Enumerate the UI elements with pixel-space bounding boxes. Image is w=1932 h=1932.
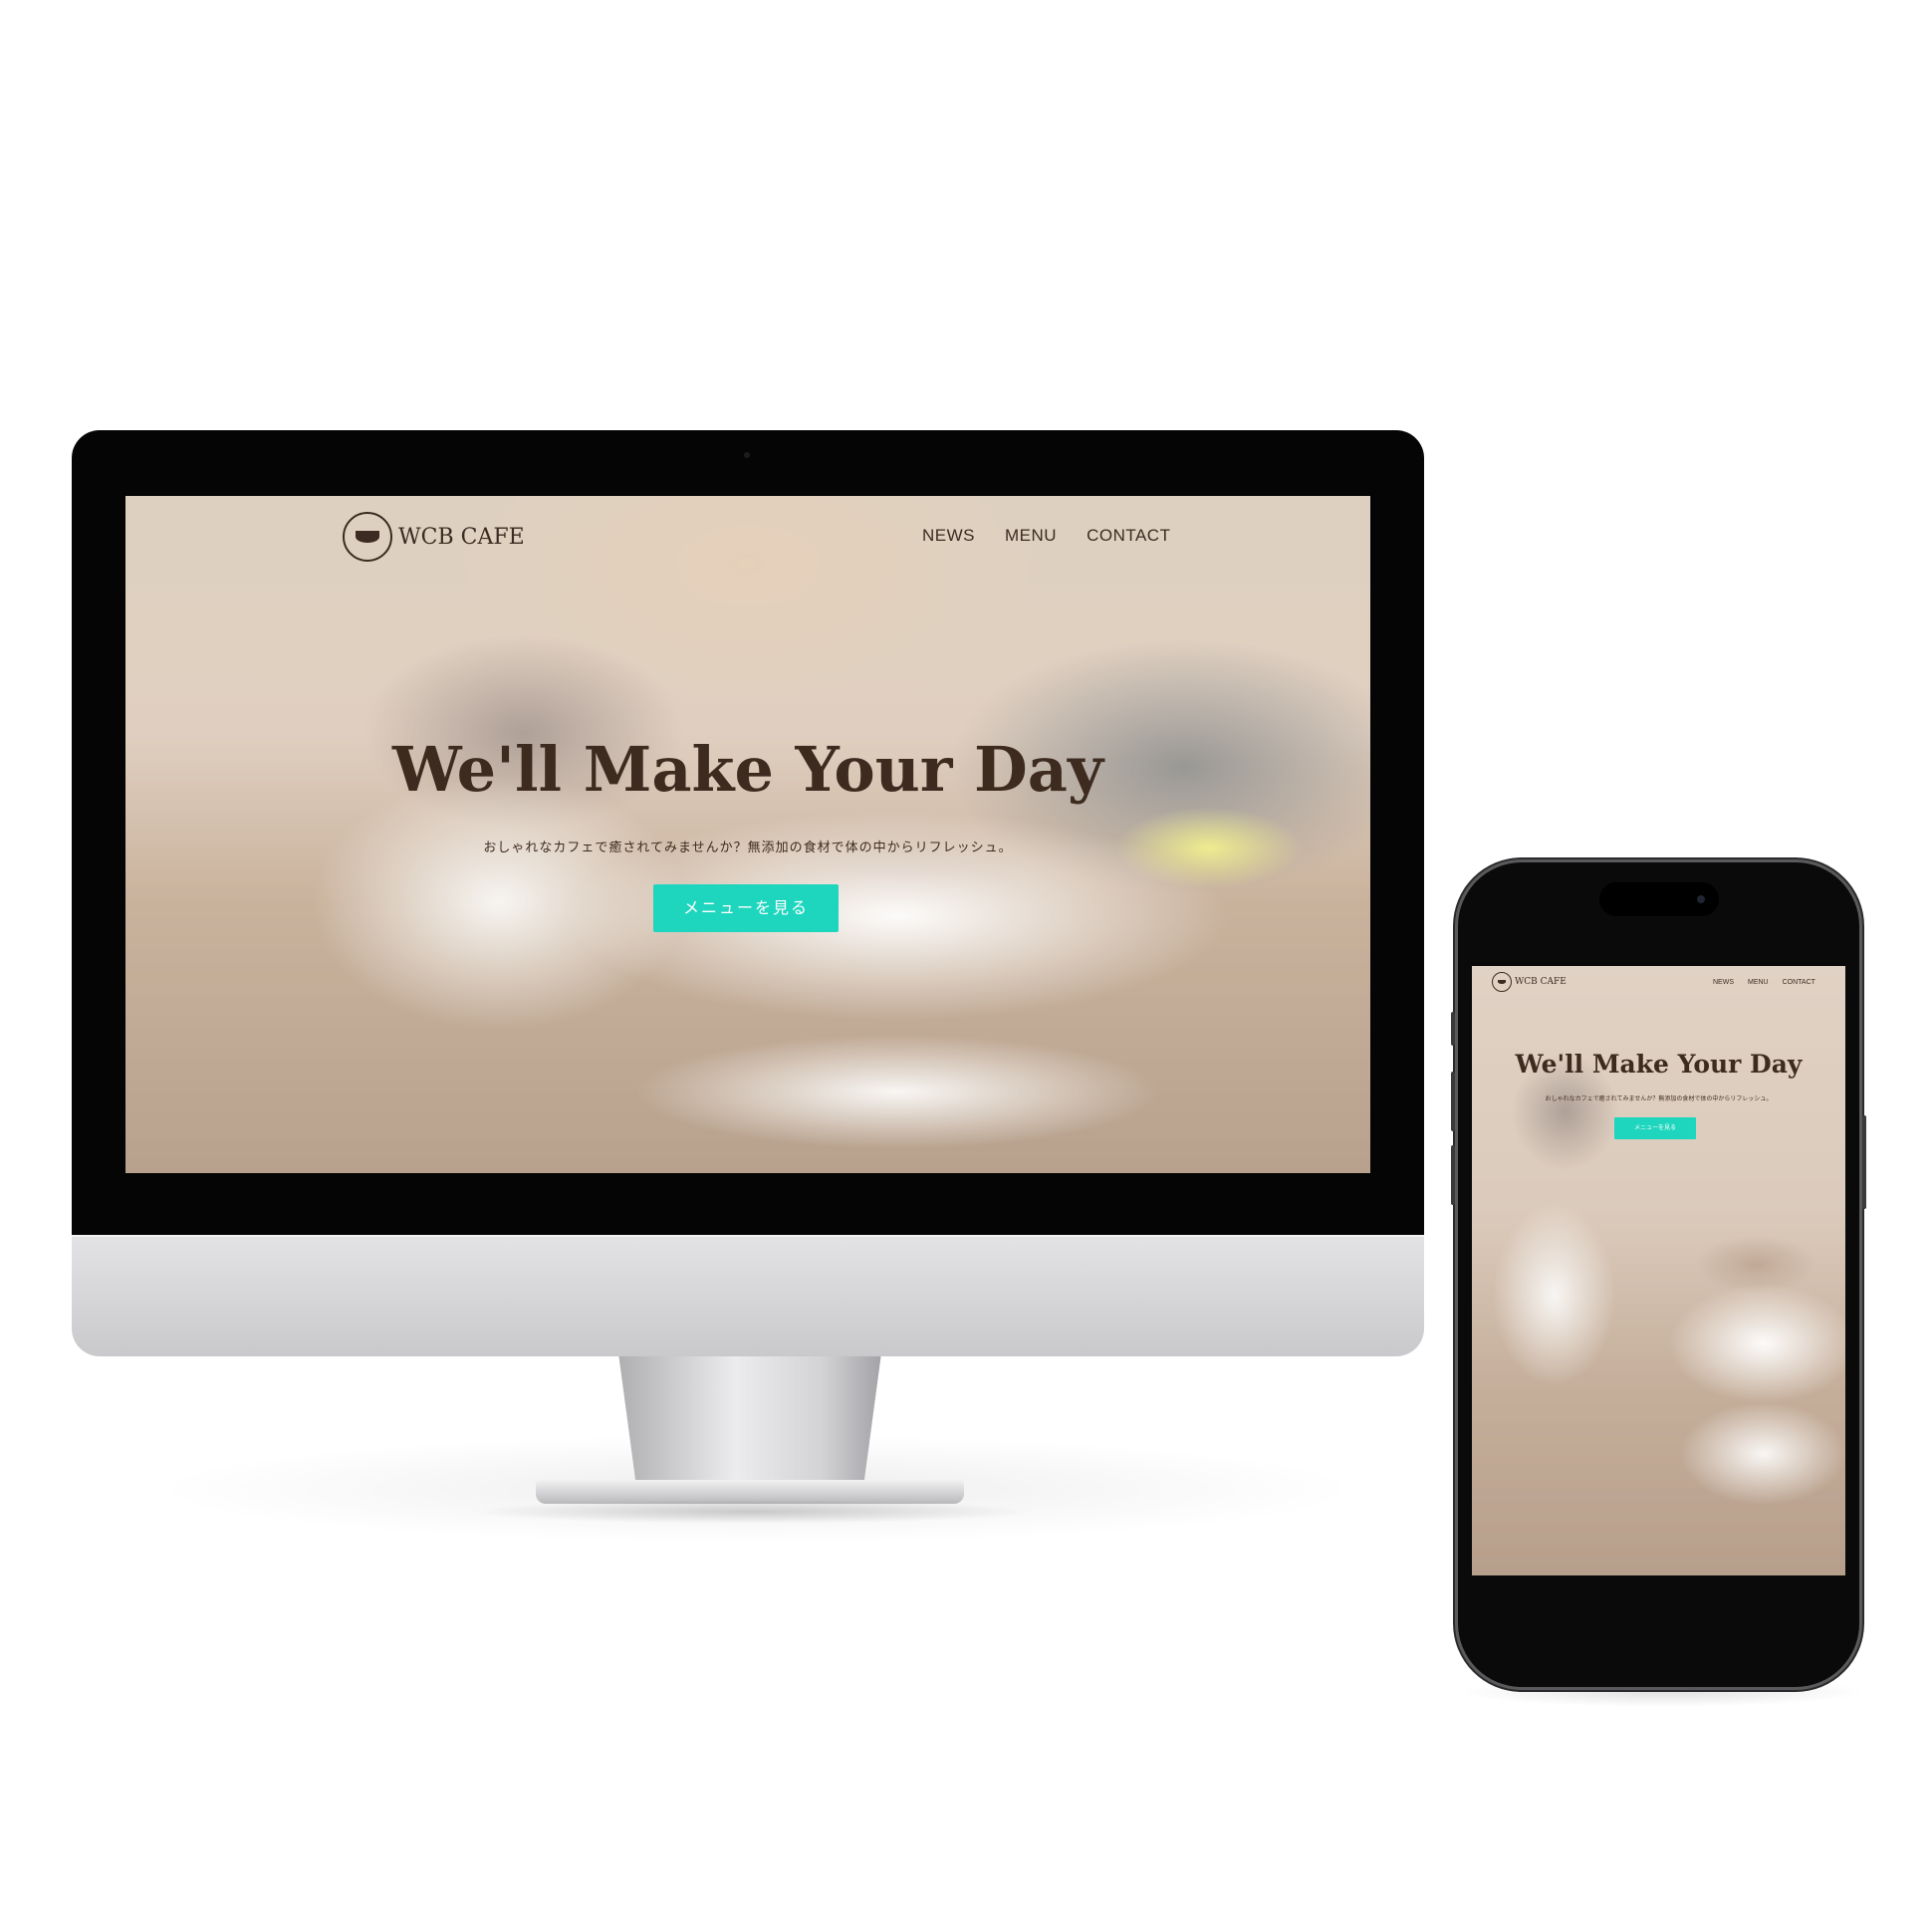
dynamic-island	[1599, 882, 1719, 916]
mobile-nav-menu[interactable]: MENU	[1748, 979, 1769, 986]
power-button	[1862, 1115, 1866, 1209]
volume-down-button	[1451, 1145, 1455, 1205]
view-menu-button[interactable]: メニューを見る	[653, 884, 839, 932]
stand-shadow	[468, 1500, 1036, 1524]
desktop-screen: WCB CAFE NEWS MENU CONTACT We'll Make Yo…	[125, 496, 1370, 1173]
coffee-cup-icon	[343, 512, 392, 562]
mobile-nav-news[interactable]: NEWS	[1713, 979, 1734, 986]
logo-text: WCB CAFE	[398, 524, 525, 550]
iphone-device: WCB CAFE NEWS MENU CONTACT We'll Make Yo…	[1451, 862, 1866, 1687]
main-nav: NEWS MENU CONTACT	[922, 526, 1200, 546]
nav-menu[interactable]: MENU	[1005, 526, 1057, 546]
nav-news[interactable]: NEWS	[922, 526, 975, 546]
hero-subtitle: おしゃれなカフェで癒されてみませんか？無添加の食材で体の中からリフレッシュ。	[483, 841, 1013, 855]
hero-title: We'll Make Your Day	[392, 733, 1103, 806]
mobile-logo-text: WCB CAFE	[1515, 977, 1567, 987]
hero-overlay	[125, 496, 1370, 1173]
mobile-nav: NEWS MENU CONTACT	[1713, 979, 1829, 986]
mobile-view-menu-button[interactable]: メニューを見る	[1614, 1117, 1696, 1139]
mobile-hero-title: We'll Make Your Day	[1515, 1050, 1803, 1079]
imac-stand	[618, 1356, 881, 1484]
imac-bezel: WCB CAFE NEWS MENU CONTACT We'll Make Yo…	[72, 430, 1424, 1235]
imac-chin	[72, 1235, 1424, 1356]
camera-icon	[744, 452, 750, 458]
imac-device: WCB CAFE NEWS MENU CONTACT We'll Make Yo…	[72, 430, 1424, 1356]
site-logo[interactable]: WCB CAFE	[343, 512, 525, 562]
mobile-hero-subtitle: おしゃれなカフェで癒されてみませんか？無添加の食材で体の中からリフレッシュ。	[1545, 1095, 1773, 1102]
mute-switch	[1451, 1012, 1455, 1046]
mobile-screen: WCB CAFE NEWS MENU CONTACT We'll Make Yo…	[1472, 966, 1845, 1575]
nav-contact[interactable]: CONTACT	[1087, 526, 1170, 546]
volume-up-button	[1451, 1072, 1455, 1131]
coffee-cup-icon	[1492, 972, 1512, 992]
mobile-nav-contact[interactable]: CONTACT	[1783, 979, 1815, 986]
mobile-site-logo[interactable]: WCB CAFE	[1492, 972, 1567, 992]
